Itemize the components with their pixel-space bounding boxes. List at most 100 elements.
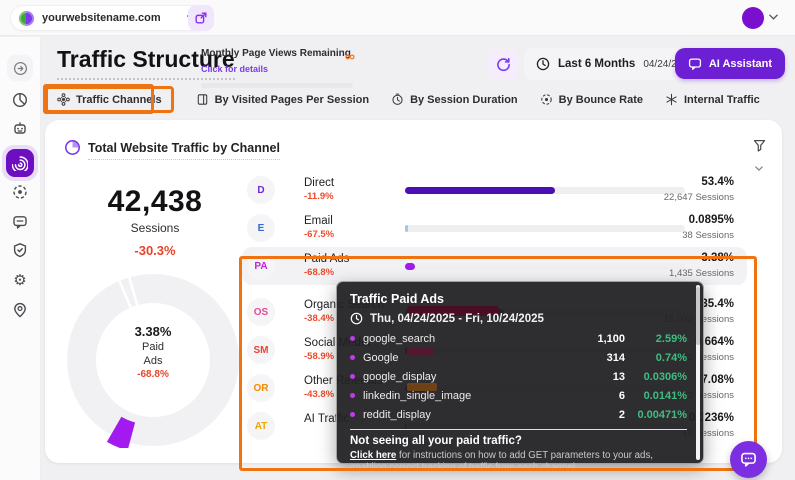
pages-icon [196,93,209,106]
bot-icon [12,120,28,136]
chat-bubble-icon [12,214,28,230]
sidebar-expand-button[interactable] [7,55,33,81]
bullet-dot [350,355,355,360]
shield-check-icon [12,242,28,258]
channel-change: -11.9% [304,191,334,202]
tab-bounce-rate[interactable]: By Bounce Rate [540,93,643,106]
channels-hub-icon [57,93,70,106]
channel-avatar: PA [247,252,275,280]
donut-line1: Paid [103,341,203,353]
donut-pct: 3.38% [103,324,203,339]
channel-row[interactable]: D Direct -11.9% 53.4% 22,647 Sessions [242,171,747,209]
avatar-chevron-icon[interactable] [769,14,778,20]
channel-row[interactable]: E Email -67.5% 0.0895% 38 Sessions [242,209,747,247]
sidebar-item-security[interactable] [7,237,33,263]
chevron-down-icon [755,166,763,171]
ai-assistant-label: AI Assistant [709,58,772,70]
channel-change: -43.8% [304,389,334,400]
sidebar-item-dashboard[interactable] [7,87,33,113]
tooltip-scrollbar[interactable] [696,285,700,460]
traffic-donut-chart[interactable]: 3.38% Paid Ads -68.8% [65,272,241,448]
channel-bar-fill [405,225,408,232]
external-link-icon [194,11,208,25]
total-sessions-change: -30.3% [75,243,235,258]
sidebar-item-goals[interactable] [7,179,33,205]
channel-bar-fill [405,263,415,270]
range-label: Last 6 Months [558,58,635,70]
channel-avatar: OR [247,374,275,402]
tab-traffic-channels[interactable]: Traffic Channels [45,86,174,113]
donut-line2: Ads [103,355,203,367]
tooltip-title: Traffic Paid Ads [350,292,687,306]
user-avatar[interactable] [742,7,764,29]
topbar: yourwebsitename.com [0,0,795,36]
sidebar-item-traffic-structure[interactable] [2,145,38,181]
tab-visited-pages[interactable]: By Visited Pages Per Session [196,93,369,106]
channel-pct: 3.38% [594,252,734,264]
channel-pct: 0.0895% [594,214,734,226]
ad-source-label: google_search [363,333,549,345]
ad-source-label: google_display [363,371,549,383]
channel-avatar: E [247,214,275,242]
tooltip-date-range: Thu, 04/24/2025 - Fri, 10/24/2025 [350,312,687,325]
sidebar-item-locations[interactable] [7,297,33,323]
tooltip-row: google_search 1,100 2.59% [350,329,687,348]
filter-funnel-icon [752,138,767,153]
ad-source-value: 1,100 [549,333,625,345]
site-name: yourwebsitename.com [42,12,161,24]
sidebar: ⚙ [0,37,41,480]
ad-source-pct: 0.0141% [625,390,687,402]
channel-row[interactable]: PA Paid Ads -68.8% 3.38% 1,435 Sessions [242,247,747,285]
channel-name: Paid Ads [304,253,349,265]
tab-internal-traffic[interactable]: Internal Traffic [665,93,760,106]
sidebar-item-bot[interactable] [7,115,33,141]
clock-icon [536,57,550,71]
bullet-dot [350,412,355,417]
tooltip-row: google_display 13 0.0306% [350,367,687,386]
refresh-button[interactable] [488,49,518,79]
filter-button[interactable] [746,138,772,176]
pie-chart-icon [12,92,28,108]
channel-sessions: 22,647 Sessions [594,192,734,203]
sidebar-item-settings[interactable]: ⚙ [7,267,33,293]
click-here-link[interactable]: Click here [350,450,396,461]
donut-change: -68.8% [103,369,203,380]
channel-name: Direct [304,177,334,189]
ad-source-label: reddit_display [363,409,549,421]
internal-traffic-icon [665,93,678,106]
card-title: Total Website Traffic by Channel [88,141,280,160]
open-site-button[interactable] [188,5,214,31]
channel-change: -68.8% [304,267,334,278]
footer-text: Click here for instructions on how to ad… [350,450,687,474]
mpv-label: Monthly Page Views Remaining [201,48,353,59]
tab-label: Traffic Channels [76,94,162,106]
ad-source-pct: 0.74% [625,352,687,364]
tab-label: By Visited Pages Per Session [215,94,369,106]
ai-assistant-button[interactable]: AI Assistant [675,48,785,79]
tab-label: By Session Duration [410,94,518,106]
bullet-dot [350,336,355,341]
site-favicon [19,11,34,26]
ad-source-value: 13 [549,371,625,383]
channel-change: -38.4% [304,313,334,324]
tab-session-duration[interactable]: By Session Duration [391,93,518,106]
scrollbar-thumb[interactable] [696,287,700,345]
sidebar-item-feedback[interactable] [7,209,33,235]
tooltip-row: linkedin_single_image 6 0.0141% [350,386,687,405]
monthly-page-views: Monthly Page Views Remaining Click for d… [201,48,353,88]
mpv-details-link[interactable]: Click for details [201,64,268,74]
channel-name: Email [304,215,333,227]
channel-avatar: SM [247,336,275,364]
ad-source-label: linkedin_single_image [363,390,549,402]
channel-bar-fill [405,187,555,194]
footer-title: Not seeing all your paid traffic? [350,435,687,447]
site-selector[interactable]: yourwebsitename.com [10,5,210,31]
ad-source-label: Google [363,352,549,364]
tooltip-footer: Not seeing all your paid traffic? Click … [350,429,687,474]
tooltip-row: reddit_display 2 0.00471% [350,405,687,424]
gear-icon: ⚙ [13,273,26,288]
chat-fab-button[interactable] [730,441,767,478]
tooltip-row: Google 314 0.74% [350,348,687,367]
channel-change: -58.9% [304,351,334,362]
traffic-structure-icon [6,149,34,177]
